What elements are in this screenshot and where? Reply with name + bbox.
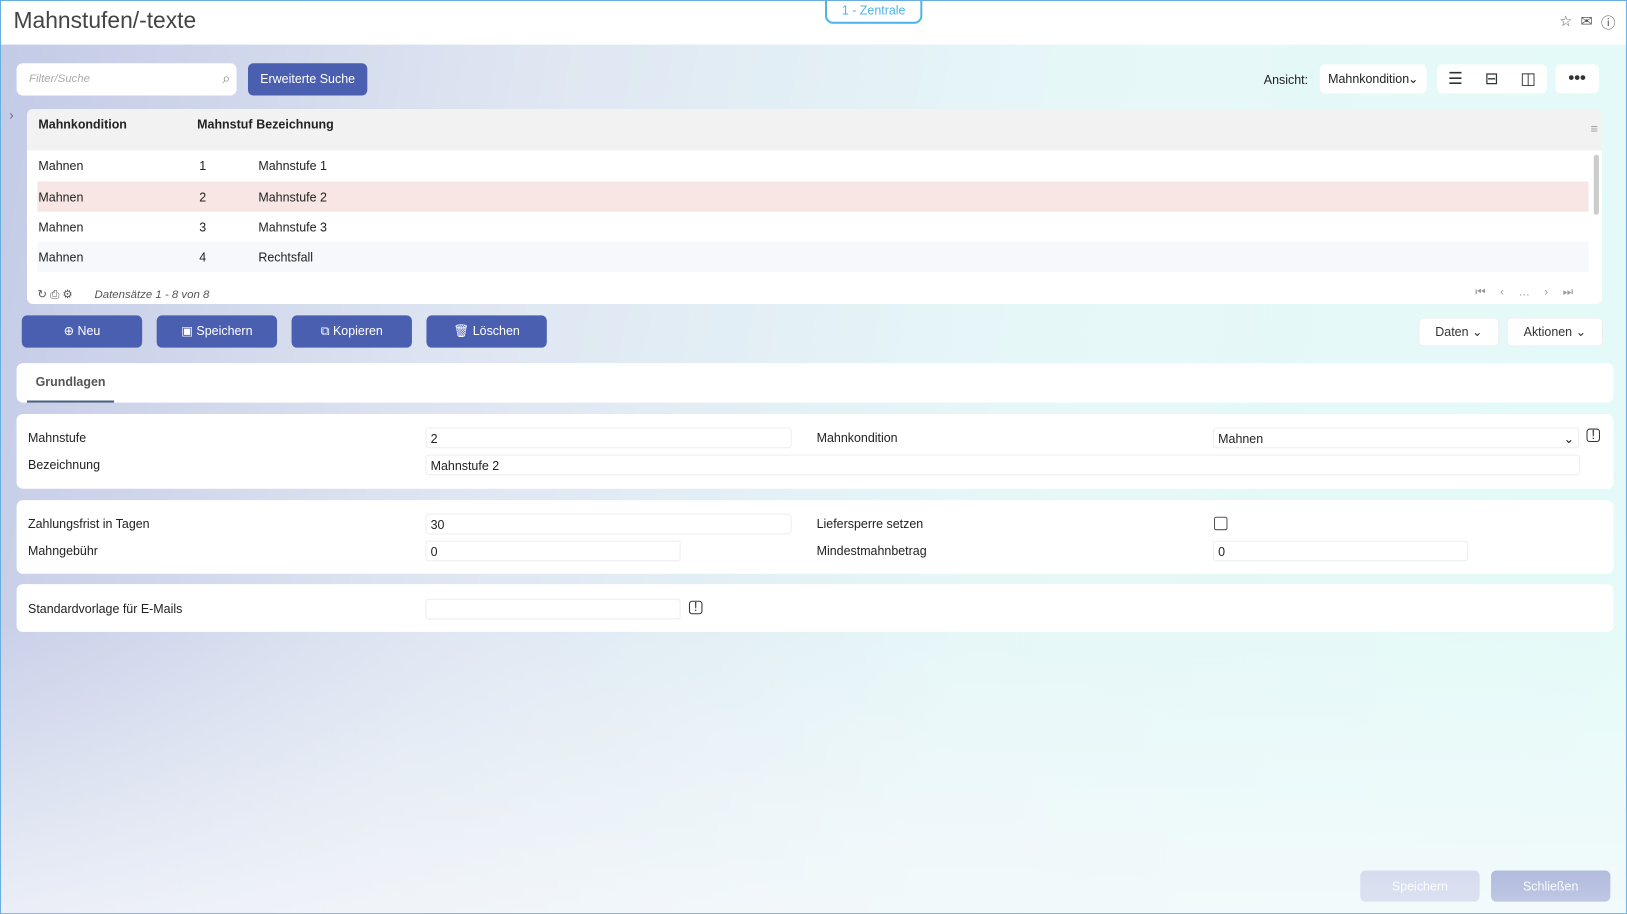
close-button[interactable]: Schließen <box>1491 870 1611 902</box>
mindest-label: Mindestmahnbetrag <box>816 543 927 559</box>
mahnstufe-label: Mahnstufe <box>28 430 87 446</box>
save-icon: ▣ <box>181 323 193 339</box>
plus-circle-icon: ⊕ <box>63 323 75 339</box>
chevron-down-icon: ⌄ <box>1575 324 1587 340</box>
data-label: Daten <box>1435 324 1469 340</box>
info-icon[interactable]: ! <box>688 600 703 615</box>
table-row[interactable]: Mahnen 1 Mahnstufe 1 <box>37 150 1588 180</box>
mahnkondition-select[interactable]: Mahnen ⌄ <box>1212 427 1580 449</box>
record-info: Datensätze 1 - 8 von 8 <box>94 288 210 301</box>
mahngebuehr-label: Mahngebühr <box>28 543 98 559</box>
expand-icon[interactable]: › <box>9 108 13 123</box>
column-menu-icon[interactable]: ≡ <box>1591 121 1598 136</box>
trash-icon: 🗑 <box>453 323 470 339</box>
delete-label: Löschen <box>472 323 520 339</box>
split-vertical-icon[interactable]: ◫ <box>1520 68 1536 89</box>
split-horizontal-icon[interactable]: ⊟ <box>1485 68 1499 89</box>
actions-label: Aktionen <box>1523 324 1573 340</box>
star-icon[interactable]: ☆ <box>1559 12 1572 33</box>
new-label: Neu <box>77 323 101 339</box>
chevron-down-icon: ⌄ <box>1407 71 1419 87</box>
delete-button[interactable]: 🗑 Löschen <box>426 315 547 348</box>
cell: Mahnstufe 1 <box>258 158 327 174</box>
app-window: Mahnstufen/-texte 1 - Zentrale ☆ ✉ ⓘ Fil… <box>0 0 1627 914</box>
zahlungsfrist-input[interactable]: 30 <box>425 513 792 535</box>
copy-button[interactable]: ⧉ Kopieren <box>291 315 412 348</box>
table-header: Mahnkondition Mahnstuf Bezeichnung ≡ <box>26 108 1603 151</box>
search-placeholder: Filter/Suche <box>29 72 90 86</box>
page-title: Mahnstufen/-texte <box>13 7 197 34</box>
cell: Mahnen <box>38 189 84 205</box>
cell: Mahnen <box>38 250 84 265</box>
cell: Mahnstufe 3 <box>258 219 327 235</box>
advanced-search-button[interactable]: Erweiterte Suche <box>247 63 368 96</box>
footer-save-button[interactable]: Speichern <box>1360 870 1480 902</box>
copy-icon: ⧉ <box>320 323 330 339</box>
vorlage-input[interactable] <box>425 598 681 620</box>
cell: 4 <box>199 250 207 265</box>
bezeichnung-label: Bezeichnung <box>28 457 101 473</box>
mail-icon[interactable]: ✉ <box>1581 12 1593 33</box>
view-selected: Mahnkondition <box>1328 71 1410 87</box>
zahlungsfrist-label: Zahlungsfrist in Tagen <box>28 516 150 532</box>
view-label: Ansicht: <box>1263 72 1309 88</box>
search-icon: ⌕ <box>222 69 231 87</box>
copy-label: Kopieren <box>333 323 383 339</box>
chevron-down-icon: ⌄ <box>1563 431 1575 447</box>
cell: 2 <box>199 189 207 205</box>
save-toolbar-button[interactable]: ▣ Speichern <box>156 315 278 348</box>
tab-bar: Grundlagen <box>16 363 1614 403</box>
table-row[interactable]: Mahnen 4 Rechtsfall <box>37 241 1589 272</box>
form-card-basic: Mahnstufe 2 Mahnkondition Mahnen ⌄ ! Beze… <box>16 414 1614 489</box>
cell: Mahnstufe 2 <box>258 189 327 205</box>
table-row[interactable]: Mahnen 3 Mahnstufe 3 <box>37 212 1588 242</box>
liefersperre-checkbox[interactable] <box>1213 516 1228 531</box>
cell: Mahnen <box>38 219 84 235</box>
first-page-icon[interactable]: ⏮ <box>1475 286 1500 298</box>
mahngebuehr-input[interactable]: 0 <box>425 540 681 562</box>
vorlage-label: Standardvorlage für E-Mails <box>28 601 183 617</box>
more-icon[interactable]: ••• <box>1555 64 1599 94</box>
table-row-selected[interactable]: Mahnen 2 Mahnstufe 2 <box>37 181 1589 212</box>
liefersperre-label: Liefersperre setzen <box>816 516 924 532</box>
prev-page-icon[interactable]: ‹ <box>1500 286 1518 298</box>
form-card-payment: Zahlungsfrist in Tagen 30 Liefersperre s… <box>16 500 1614 574</box>
mahnstufe-input[interactable]: 2 <box>425 427 792 449</box>
mindest-input[interactable]: 0 <box>1212 540 1469 562</box>
cell: Rechtsfall <box>258 250 314 265</box>
chevron-down-icon: ⌄ <box>1471 324 1483 340</box>
cell: 3 <box>199 219 207 235</box>
new-button[interactable]: ⊕ Neu <box>21 315 143 348</box>
context-badge[interactable]: 1 - Zentrale <box>824 1 923 24</box>
help-icon[interactable]: ⓘ <box>1601 12 1616 33</box>
tab-grundlagen[interactable]: Grundlagen <box>26 363 115 403</box>
view-select[interactable]: Mahnkondition ⌄ <box>1319 64 1427 94</box>
data-dropdown[interactable]: Daten ⌄ <box>1418 317 1500 347</box>
save-label: Speichern <box>196 323 253 339</box>
refresh-icon[interactable]: ↻ <box>37 288 47 300</box>
search-input[interactable]: Filter/Suche ⌕ <box>16 63 237 96</box>
last-page-icon[interactable]: ⏭ <box>1563 286 1588 298</box>
scrollbar[interactable] <box>1593 154 1599 215</box>
next-page-icon[interactable]: › <box>1544 286 1562 298</box>
form-card-email: Standardvorlage für E-Mails ! <box>16 584 1614 632</box>
header: Mahnstufen/-texte 1 - Zentrale ☆ ✉ ⓘ <box>1 1 1626 45</box>
info-icon[interactable]: ! <box>1586 428 1600 443</box>
cell: Mahnen <box>38 158 84 174</box>
print-icon[interactable]: ⎙ <box>50 288 59 300</box>
col-bezeichnung[interactable]: Bezeichnung <box>256 117 333 132</box>
mahnkondition-value: Mahnen <box>1218 431 1264 447</box>
settings-icon[interactable]: ⚙ <box>62 288 72 300</box>
pages-icon[interactable]: … <box>1518 286 1544 298</box>
records-table: Mahnkondition Mahnstuf Bezeichnung ≡ Mah… <box>26 108 1603 305</box>
mahnkondition-label: Mahnkondition <box>816 430 898 446</box>
bezeichnung-input[interactable]: Mahnstufe 2 <box>425 454 1581 476</box>
actions-dropdown[interactable]: Aktionen ⌄ <box>1506 317 1604 347</box>
col-mahnstufe[interactable]: Mahnstuf <box>197 117 252 132</box>
col-mahnkondition[interactable]: Mahnkondition <box>38 117 127 132</box>
list-view-icon[interactable]: ☰ <box>1448 68 1463 89</box>
cell: 1 <box>199 158 207 174</box>
